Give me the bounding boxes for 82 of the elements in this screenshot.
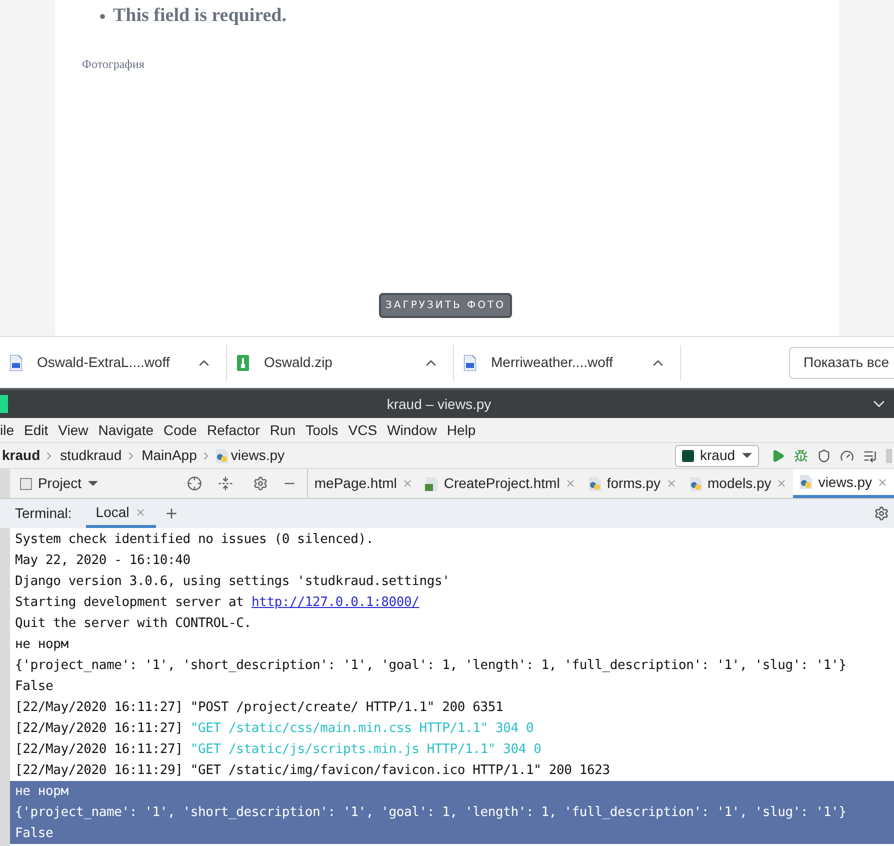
cached-request-text: "GET /static/css/main.min.css HTTP/1.1" 304 0 [190,721,534,736]
menu-item[interactable]: View [58,420,88,440]
menu-item[interactable]: Refactor [206,420,260,440]
font-file-icon [464,354,476,370]
terminal-line: System check identified no issues (0 silenced). [14,531,374,549]
breadcrumb-item[interactable]: studkraud [60,445,122,466]
photo-label: Фотография [81,56,146,72]
locate-icon[interactable] [187,476,202,491]
download-item[interactable]: Merriweather....woff [454,344,681,380]
python-file-icon [214,448,229,462]
debug-icon[interactable] [794,448,808,462]
close-icon[interactable] [877,476,888,488]
breadcrumb-item[interactable]: views.py [230,445,285,466]
terminal-line: Django version 3.0.6, using settings 'studkraud.settings' [14,573,451,591]
menu-item[interactable]: ile [0,420,14,440]
terminal-line: не норм [14,636,70,654]
editor-tab[interactable]: mePage.html [308,469,419,498]
dropdown-caret-icon [742,453,752,458]
cached-request-text: "GET /static/js/scripts.min.js HTTP/1.1" 304 0 [190,742,542,757]
close-icon[interactable] [564,478,576,489]
django-icon [682,450,694,462]
breadcrumb-item[interactable]: MainApp [142,445,197,466]
breadcrumb-item[interactable]: kraud [2,445,40,466]
collapse-icon[interactable] [218,476,234,491]
tab-label: models.py [708,474,772,493]
menu-item[interactable]: Window [387,420,437,440]
menu-item[interactable]: Tools [306,420,338,440]
terminal-line: Quit the server with CONTROL-C. [14,615,252,633]
window-title: kraud – views.py [386,394,492,414]
download-item[interactable]: Oswald-ExtraL....woff [0,344,227,380]
menu-item[interactable]: VCS [348,420,378,440]
menu-item[interactable]: Edit [24,420,48,440]
tab-label: forms.py [606,474,660,493]
terminal-line: [22/May/2020 16:11:29] "GET /static/img/favicon/favicon.ico HTTP/1.1" 200 1623 [14,762,611,780]
tab-label: CreateProject.html [444,474,560,493]
download-name: Oswald-ExtraL....woff [37,353,171,372]
run-config-name: kraud [700,446,736,465]
settings-icon[interactable] [874,506,889,521]
download-name: Merriweather....woff [491,353,614,372]
show-all-button[interactable]: Показать все [788,346,894,378]
close-icon[interactable] [402,478,413,489]
editor-tab[interactable]: views.py [793,469,894,498]
error-message: This field is required. [113,4,286,28]
list-icon[interactable] [863,448,877,462]
python-file-icon [799,475,814,489]
terminal-link[interactable]: http://127.0.0.1:8000/ [251,595,420,610]
add-icon[interactable] [164,506,180,521]
terminal-line: May 22, 2020 - 16:10:40 [14,552,192,570]
python-file-icon [688,476,702,490]
run-config-dropdown[interactable]: kraud [675,444,759,466]
terminal-line: {'project_name': '1', 'short_description': '1', 'goal': 1, 'length': 1, 'full_description': '1', 'slug': '1'} [14,657,848,675]
menu-item[interactable]: Code [164,420,197,440]
python-file-icon [588,476,602,490]
menu-item[interactable]: Navigate [98,420,154,440]
upload-photo-button[interactable]: ЗАГРУЗИТЬ ФОТО [378,293,512,318]
shield-icon[interactable] [817,448,831,462]
close-icon[interactable] [776,478,788,489]
font-file-icon [10,354,22,370]
editor-tab[interactable]: CreateProject.html [418,469,582,498]
terminal-line: [22/May/2020 16:11:27] "GET /static/js/scripts.min.js HTTP/1.1" 304 0 [14,741,542,759]
settings-icon[interactable] [253,476,268,491]
terminal-line: [22/May/2020 16:11:27] "GET /static/css/main.min.css HTTP/1.1" 304 0 [14,720,535,738]
bullet-icon [100,14,105,19]
terminal-line: Starting development server at http://127.0.0.1:8000/ [14,594,420,612]
editor-tab[interactable]: models.py [682,469,794,498]
terminal-line: False [14,678,54,696]
terminal-line: [22/May/2020 16:11:27] "POST /project/create/ HTTP/1.1" 200 6351 [14,699,504,717]
menu-item[interactable]: Run [270,420,296,440]
project-panel-title[interactable]: Project [38,473,82,494]
dropdown-caret-icon[interactable] [88,481,98,486]
run-icon[interactable] [771,448,785,462]
archive-file-icon [237,354,249,370]
gauge-icon[interactable] [840,448,854,462]
download-item[interactable]: Oswald.zip [227,344,454,380]
html-file-icon [424,476,439,490]
menu-item[interactable]: Help [446,420,476,440]
terminal-label: Terminal: [15,504,72,523]
download-name: Oswald.zip [264,353,334,372]
tab-label: mePage.html [314,474,397,493]
editor-tab[interactable]: forms.py [582,469,682,498]
close-icon[interactable] [666,478,676,489]
tab-label: views.py [818,472,872,492]
